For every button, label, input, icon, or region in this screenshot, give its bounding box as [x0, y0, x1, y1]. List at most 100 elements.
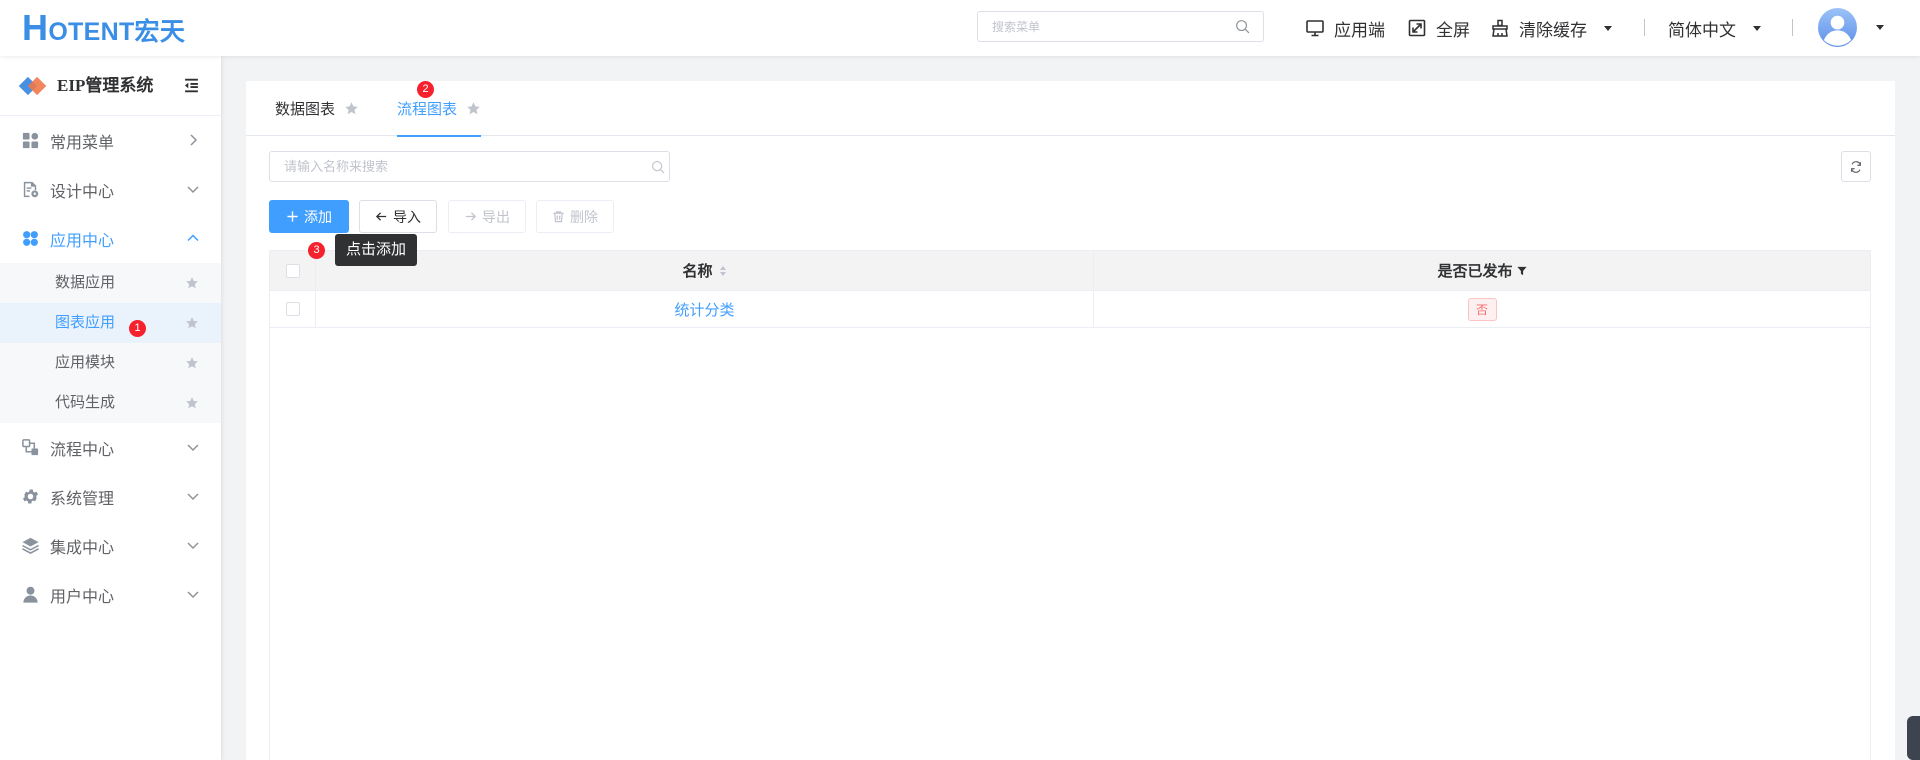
- sidebar-item-label: 流程中心: [50, 441, 115, 459]
- sidebar-subitem-label: 图表应用: [55, 314, 116, 331]
- refresh-icon: [1849, 160, 1863, 174]
- star-icon[interactable]: [185, 356, 199, 370]
- broom-icon: [1490, 18, 1510, 38]
- sidebar-subitem-chart-app[interactable]: 图表应用: [0, 303, 221, 343]
- sidebar-subitem-label: 应用模块: [55, 354, 116, 371]
- sidebar-item-user-center[interactable]: 用户中心: [0, 570, 221, 619]
- avatar-icon: [1818, 8, 1857, 47]
- active-tab-indicator: [397, 135, 482, 137]
- sidebar-item-label: 应用中心: [50, 232, 115, 250]
- row-name-link[interactable]: 统计分类: [674, 299, 734, 320]
- apps-icon: [21, 229, 40, 248]
- sidebar-item-flow-center[interactable]: 流程中心: [0, 423, 221, 472]
- tab-flow-charts[interactable]: 流程图表: [397, 81, 482, 137]
- chevron-up-icon: [186, 231, 200, 245]
- sidebar-subitem-label: 数据应用: [55, 274, 116, 291]
- row-name-cell: 统计分类: [316, 291, 1094, 327]
- table-header: 名称 是否已发布: [270, 251, 1870, 291]
- monitor-icon: [1305, 18, 1325, 38]
- user-menu-caret-icon[interactable]: [1875, 22, 1885, 32]
- star-icon[interactable]: [466, 101, 481, 116]
- menu-fold-icon[interactable]: [183, 77, 200, 94]
- refresh-button[interactable]: [1841, 151, 1871, 182]
- flow-icon: [21, 438, 40, 457]
- sidebar-item-common-menu[interactable]: 常用菜单: [0, 116, 221, 165]
- layers-icon: [21, 536, 40, 555]
- column-header-name: 名称: [682, 263, 713, 280]
- caret-down-icon: [1752, 23, 1762, 33]
- caret-down-icon: [1603, 23, 1613, 33]
- chevron-down-icon: [186, 587, 200, 601]
- step-marker-1: 1: [129, 320, 146, 337]
- sidebar-item-integration-center[interactable]: 集成中心: [0, 521, 221, 570]
- sidebar-subitem-code-gen[interactable]: 代码生成: [0, 383, 221, 423]
- delete-button[interactable]: 删除: [536, 200, 614, 233]
- top-header: HOTENT宏天 应用端 全屏 清除缓存 简体中文: [0, 0, 1920, 56]
- tab-bar: 数据图表 流程图表: [246, 81, 1895, 137]
- export-button-label: 导出: [482, 208, 510, 225]
- name-search-box[interactable]: [269, 151, 670, 182]
- hotent-logo[interactable]: HOTENT宏天: [22, 8, 185, 48]
- submenu-app-center: 数据应用 图表应用 应用模块 代码生成: [0, 263, 221, 423]
- header-divider: [1792, 19, 1793, 36]
- eip-logo-icon: [17, 75, 48, 97]
- sidebar-menu: 常用菜单 设计中心 应用中心 数据应用 图表应用 应用模块 代码生成 流程中心 …: [0, 116, 221, 619]
- star-icon[interactable]: [185, 396, 199, 410]
- dashboard-icon: [21, 131, 40, 150]
- delete-button-label: 删除: [570, 208, 598, 225]
- system-name: EIP管理系统: [57, 76, 154, 95]
- tab-label: 流程图表: [397, 101, 458, 118]
- sidebar-item-app-center[interactable]: 应用中心: [0, 214, 221, 263]
- sidebar-item-label: 集成中心: [50, 539, 115, 557]
- star-icon[interactable]: [185, 316, 199, 330]
- row-checkbox[interactable]: [285, 302, 300, 316]
- step-marker-3: 3: [308, 242, 325, 259]
- add-tooltip: 点击添加: [335, 234, 417, 266]
- menu-search-box[interactable]: [977, 11, 1264, 42]
- add-button[interactable]: 添加: [269, 200, 349, 233]
- column-header-published: 是否已发布: [1437, 263, 1513, 280]
- name-search-input[interactable]: [270, 152, 630, 181]
- row-select-cell: [270, 291, 316, 327]
- client-app-label: 应用端: [1334, 20, 1385, 40]
- header-published-cell[interactable]: 是否已发布: [1094, 251, 1870, 290]
- chevron-down-icon: [186, 440, 200, 454]
- sidebar-item-label: 设计中心: [50, 183, 115, 201]
- avatar[interactable]: [1818, 8, 1857, 47]
- user-icon: [21, 585, 40, 604]
- arrow-left-icon: [375, 210, 388, 223]
- sidebar-subitem-app-module[interactable]: 应用模块: [0, 343, 221, 383]
- language-dropdown[interactable]: 简体中文: [1668, 0, 1762, 56]
- sidebar-item-label: 常用菜单: [50, 134, 115, 152]
- search-icon[interactable]: [1235, 19, 1250, 34]
- filter-icon[interactable]: [1516, 266, 1527, 276]
- clear-cache-dropdown[interactable]: 清除缓存: [1490, 0, 1613, 56]
- clear-cache-label: 清除缓存: [1519, 20, 1587, 40]
- sidebar-item-system-admin[interactable]: 系统管理: [0, 472, 221, 521]
- sidebar-subitem-data-app[interactable]: 数据应用: [0, 263, 221, 303]
- fullscreen-button[interactable]: 全屏: [1407, 0, 1470, 56]
- select-all-checkbox[interactable]: [285, 263, 300, 278]
- floating-side-widget[interactable]: [1907, 716, 1920, 760]
- chevron-down-icon: [186, 489, 200, 503]
- sidebar: EIP管理系统 常用菜单 设计中心 应用中心 数据应用 图表应用 应用模块 代码…: [0, 56, 222, 760]
- tab-data-charts[interactable]: 数据图表: [275, 81, 359, 136]
- table-row[interactable]: 统计分类 否: [270, 291, 1870, 328]
- header-name-cell[interactable]: 名称: [316, 251, 1094, 290]
- fullscreen-label: 全屏: [1436, 20, 1470, 40]
- import-button[interactable]: 导入: [359, 200, 437, 233]
- plus-icon: [286, 210, 299, 223]
- fullscreen-icon: [1407, 18, 1427, 38]
- add-button-label: 添加: [304, 208, 332, 225]
- flow-chart-table: 名称 是否已发布 统计分类 否: [269, 250, 1871, 760]
- sidebar-item-design-center[interactable]: 设计中心: [0, 165, 221, 214]
- step-marker-2: 2: [417, 81, 434, 98]
- search-icon[interactable]: [651, 160, 665, 174]
- star-icon[interactable]: [185, 276, 199, 290]
- arrow-right-icon: [464, 210, 477, 223]
- sort-icon[interactable]: [719, 265, 727, 277]
- export-button[interactable]: 导出: [448, 200, 526, 233]
- client-app-button[interactable]: 应用端: [1305, 0, 1385, 56]
- star-icon[interactable]: [344, 101, 359, 116]
- menu-search-input[interactable]: [978, 12, 1228, 41]
